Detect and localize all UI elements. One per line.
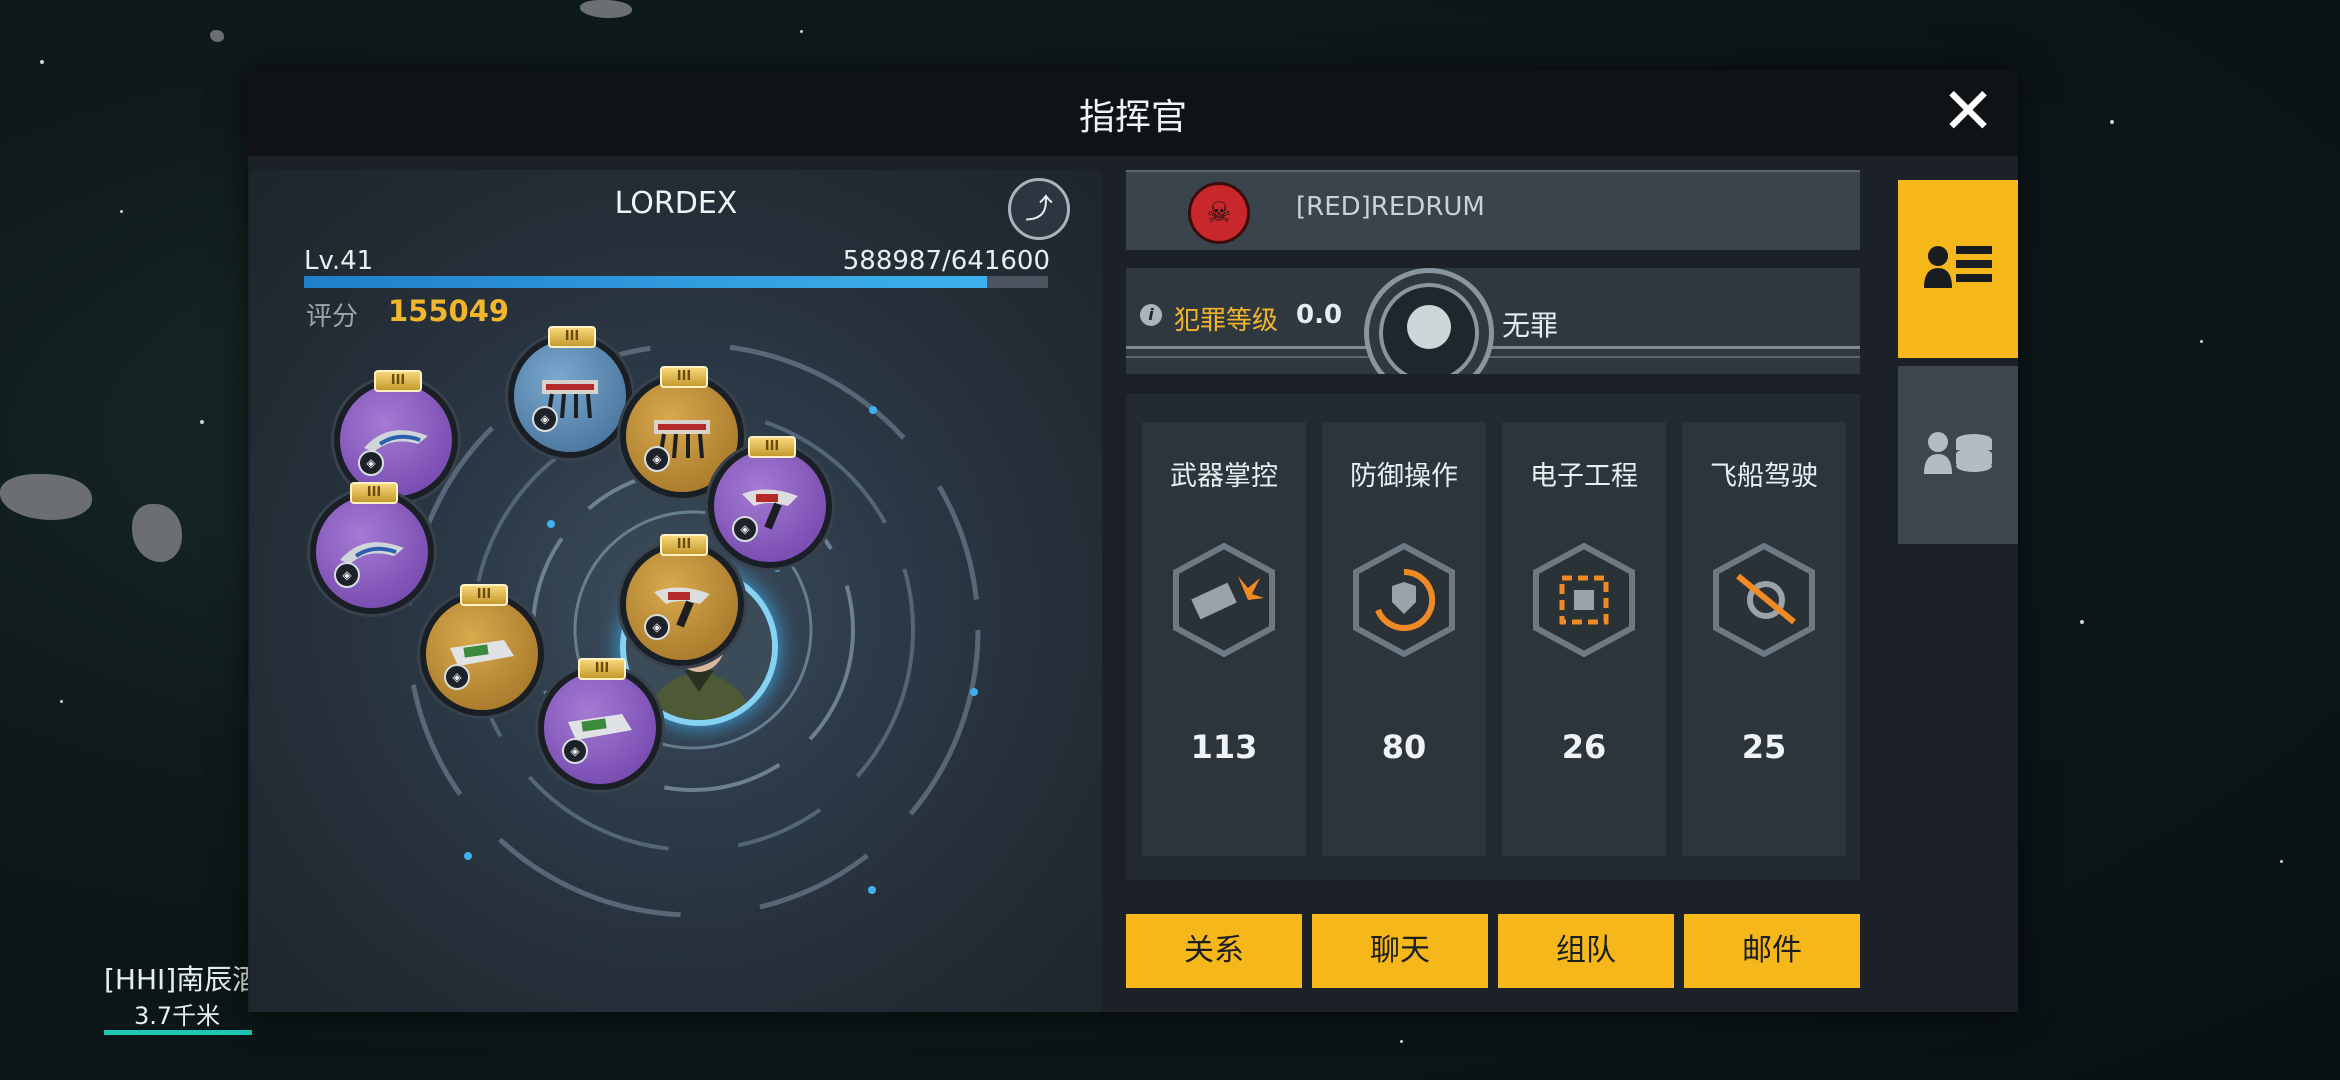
- module-slot[interactable]: III ◈: [420, 584, 544, 716]
- chip-icon: [1533, 542, 1635, 658]
- chat-button[interactable]: 聊天: [1312, 914, 1488, 988]
- experience-bar: [304, 276, 1048, 288]
- commander-panel: 指挥官 ✕ LORDEX ⤴ Lv.41 588987/641600 评分 15…: [248, 70, 2018, 1012]
- team-button[interactable]: 组队: [1498, 914, 1674, 988]
- skill-card-electronics[interactable]: 电子工程 26: [1502, 422, 1666, 856]
- close-button[interactable]: ✕: [1938, 80, 1998, 144]
- module-type-icon: ◈: [444, 664, 470, 690]
- profile-list-icon: [1924, 246, 1992, 288]
- mail-button[interactable]: 邮件: [1684, 914, 1860, 988]
- profile-stack-icon: [1924, 432, 1992, 474]
- crime-status-text: 无罪: [1502, 309, 1559, 342]
- module-type-icon: ◈: [532, 406, 558, 432]
- tab-resources[interactable]: [1898, 366, 2018, 544]
- module-type-icon: ◈: [358, 450, 384, 476]
- module-type-icon: ◈: [644, 446, 670, 472]
- world-target-distance: 3.7千米: [134, 1002, 221, 1030]
- skill-value: 26: [1561, 728, 1607, 766]
- skill-name: 电子工程: [1530, 461, 1638, 492]
- experience-text: 588987/641600: [842, 246, 1050, 276]
- skill-card-weapon[interactable]: 武器掌控 113: [1142, 422, 1306, 856]
- module-type-icon: ◈: [732, 516, 758, 542]
- module-slot[interactable]: III ◈: [620, 534, 744, 666]
- skill-card-piloting[interactable]: 飞船驾驶 25: [1682, 422, 1846, 856]
- crime-level-label: 犯罪等级: [1174, 306, 1279, 336]
- tier-badge: III: [460, 584, 508, 606]
- score-value: 155049: [388, 294, 510, 328]
- skill-value: 113: [1190, 728, 1258, 766]
- tier-badge: III: [350, 482, 398, 504]
- module-type-icon: ◈: [562, 738, 588, 764]
- skill-value: 80: [1381, 728, 1427, 766]
- tier-badge: III: [748, 436, 796, 458]
- steering-icon: [1713, 542, 1815, 658]
- module-type-icon: ◈: [644, 614, 670, 640]
- divider: [1126, 356, 1860, 358]
- relation-button[interactable]: 关系: [1126, 914, 1302, 988]
- tier-badge: III: [660, 366, 708, 388]
- experience-bar-fill: [304, 276, 987, 288]
- module-type-icon: ◈: [334, 562, 360, 588]
- guild-name: [RED]REDRUM: [1296, 192, 1485, 222]
- skill-name: 武器掌控: [1170, 461, 1278, 492]
- score-label: 评分: [306, 302, 359, 332]
- skill-value: 25: [1741, 728, 1787, 766]
- module-slot[interactable]: III ◈: [708, 436, 832, 568]
- tier-badge: III: [660, 534, 708, 556]
- commander-level: Lv.41: [304, 246, 374, 276]
- commander-profile: LORDEX ⤴ Lv.41 588987/641600 评分 155049 I…: [250, 170, 1102, 1012]
- crime-level-value: 0.0: [1296, 300, 1343, 330]
- close-icon: ✕: [1941, 75, 1995, 149]
- module-slot[interactable]: III ◈: [538, 658, 662, 790]
- module-slot[interactable]: III ◈: [508, 326, 632, 458]
- shield-icon: [1353, 542, 1455, 658]
- crime-level-row: i 犯罪等级 0.0 无罪: [1126, 268, 1860, 374]
- info-icon[interactable]: i: [1140, 304, 1162, 326]
- tier-badge: III: [374, 370, 422, 392]
- crime-status-emblem: [1364, 268, 1494, 374]
- commander-name: LORDEX: [614, 186, 738, 221]
- skull-emblem-icon: ☠: [1188, 182, 1250, 244]
- tier-badge: III: [578, 658, 626, 680]
- panel-title: 指挥官: [1078, 97, 1187, 138]
- divider: [1126, 346, 1860, 349]
- commander-details: ☠ [RED]REDRUM i 犯罪等级 0.0 无罪 武器掌控 113 防御操…: [1126, 170, 1868, 1012]
- weapon-icon: [1173, 542, 1275, 658]
- skill-name: 防御操作: [1350, 461, 1458, 492]
- share-button[interactable]: ⤴: [1008, 178, 1070, 240]
- skills-panel: 武器掌控 113 防御操作 80 电子工程 26 飞船驾驶 25: [1126, 394, 1860, 880]
- person-icon: [1407, 305, 1451, 349]
- tab-profile[interactable]: [1898, 180, 2018, 358]
- skill-name: 飞船驾驶: [1710, 461, 1818, 492]
- world-target-label[interactable]: [HHI]南辰酒: [104, 958, 260, 998]
- skill-card-defense[interactable]: 防御操作 80: [1322, 422, 1486, 856]
- guild-row[interactable]: ☠ [RED]REDRUM: [1126, 170, 1860, 250]
- module-slot[interactable]: III ◈: [310, 482, 434, 614]
- title-bar: 指挥官 ✕: [248, 70, 2018, 156]
- share-icon: ⤴: [1024, 192, 1053, 225]
- world-target-underline: [104, 1030, 252, 1035]
- tier-badge: III: [548, 326, 596, 348]
